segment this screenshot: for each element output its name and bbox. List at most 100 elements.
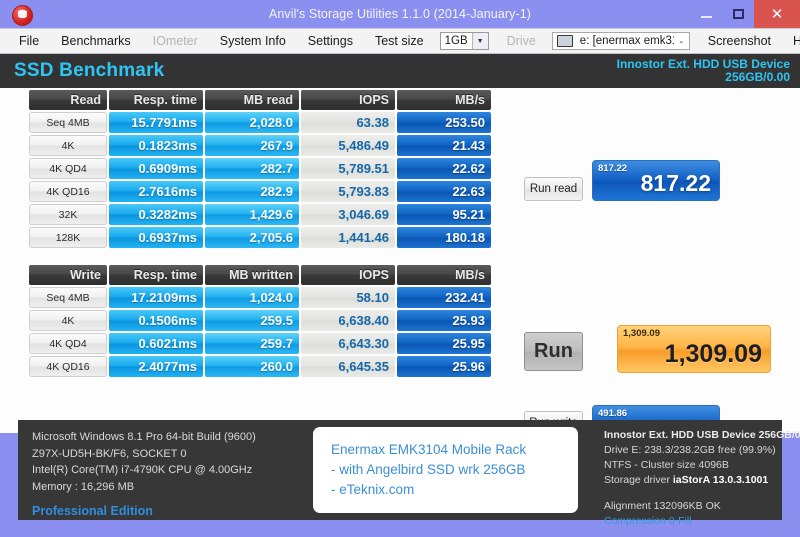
cell-mb: 282.7: [205, 158, 299, 179]
run-read-button[interactable]: Run read: [524, 177, 583, 201]
col-iops: IOPS: [301, 265, 395, 285]
table-row: 4K QD16 2.4077ms 260.0 6,645.35 25.96: [29, 356, 491, 377]
cell-mb: 282.9: [205, 181, 299, 202]
cell-mbs: 253.50: [397, 112, 491, 133]
row-label: 4K QD4: [29, 158, 107, 179]
cell-mbs: 180.18: [397, 227, 491, 248]
cell-iops: 6,638.40: [301, 310, 395, 331]
cell-mbs: 25.96: [397, 356, 491, 377]
drive-fs: NTFS - Cluster size 4096B: [604, 459, 729, 471]
cell-mb: 267.9: [205, 135, 299, 156]
cell-mbs: 22.62: [397, 158, 491, 179]
close-button[interactable]: ✕: [754, 0, 800, 28]
row-label: 4K: [29, 310, 107, 331]
cell-iops: 3,046.69: [301, 204, 395, 225]
row-label: 128K: [29, 227, 107, 248]
cell-iops: 5,793.83: [301, 181, 395, 202]
write-score-small: 491.86: [598, 408, 628, 419]
table-row: 4K 0.1506ms 259.5 6,638.40 25.93: [29, 310, 491, 331]
drive-value: e: [enermax emk3104: [579, 35, 674, 47]
storage-driver-label: Storage driver: [604, 474, 670, 486]
drive-free: Drive E: 238.3/238.2GB free (99.9%): [604, 444, 776, 456]
col-resp-time: Resp. time: [109, 265, 203, 285]
drive-device: Innostor Ext. HDD USB Device 256GB/0: [604, 429, 800, 441]
cell-mb: 1,429.6: [205, 204, 299, 225]
menu-item-file[interactable]: File: [8, 28, 50, 54]
cell-resp: 15.7791ms: [109, 112, 203, 133]
cell-iops: 5,486.49: [301, 135, 395, 156]
cell-resp: 17.2109ms: [109, 287, 203, 308]
cell-iops: 58.10: [301, 287, 395, 308]
col-read: Read: [29, 90, 107, 110]
col-write: Write: [29, 265, 107, 285]
drive-dropdown[interactable]: e: [enermax emk3104 ⌄: [551, 32, 690, 50]
row-label: 4K QD4: [29, 333, 107, 354]
page-title: SSD Benchmark: [14, 60, 165, 81]
cell-mbs: 232.41: [397, 287, 491, 308]
cell-resp: 2.4077ms: [109, 356, 203, 377]
menu-item-benchmarks[interactable]: Benchmarks: [50, 28, 141, 54]
device-capacity: 256GB/0.00: [725, 70, 790, 84]
menu-item-test-size[interactable]: Test size: [364, 28, 435, 54]
storage-driver-value: iaStorA 13.0.3.1001: [672, 474, 769, 486]
cell-resp: 0.3282ms: [109, 204, 203, 225]
row-label: 4K: [29, 135, 107, 156]
table-row: 32K 0.3282ms 1,429.6 3,046.69 95.21: [29, 204, 491, 225]
cell-resp: 0.1506ms: [109, 310, 203, 331]
device-info: Innostor Ext. HDD USB Device 256GB/0.00: [617, 58, 790, 84]
cell-mb: 2,705.6: [205, 227, 299, 248]
window-title: Anvil's Storage Utilities 1.1.0 (2014-Ja…: [268, 7, 532, 21]
cell-iops: 6,645.35: [301, 356, 395, 377]
col-resp-time: Resp. time: [109, 90, 203, 110]
cell-mb: 260.0: [205, 356, 299, 377]
footer-panel: Microsoft Windows 8.1 Pro 64-bit Build (…: [18, 420, 800, 527]
test-size-dropdown[interactable]: 1GB ▼: [439, 32, 489, 50]
col-mb-written: MB written: [205, 265, 299, 285]
callout-line-1: Enermax EMK3104 Mobile Rack: [331, 442, 527, 457]
cell-resp: 0.6909ms: [109, 158, 203, 179]
col-mb-read: MB read: [205, 90, 299, 110]
row-label: Seq 4MB: [29, 287, 107, 308]
cell-mb: 259.5: [205, 310, 299, 331]
read-score-box: 817.22 817.22: [592, 160, 720, 201]
cell-iops: 5,789.51: [301, 158, 395, 179]
read-results-table: Read Resp. time MB read IOPS MB/s Seq 4M…: [27, 88, 493, 250]
cell-resp: 0.6937ms: [109, 227, 203, 248]
table-row: Seq 4MB 15.7791ms 2,028.0 63.38 253.50: [29, 112, 491, 133]
write-results-table: Write Resp. time MB written IOPS MB/s Se…: [27, 263, 493, 379]
menu-item-screenshot[interactable]: Screenshot: [697, 28, 782, 54]
title-bar: ⛃ Anvil's Storage Utilities 1.1.0 (2014-…: [0, 0, 800, 28]
table-row: 128K 0.6937ms 2,705.6 1,441.46 180.18: [29, 227, 491, 248]
total-score-box: 1,309.09 1,309.09: [617, 325, 771, 373]
table-row: Seq 4MB 17.2109ms 1,024.0 58.10 232.41: [29, 287, 491, 308]
cell-mbs: 25.95: [397, 333, 491, 354]
maximize-button[interactable]: [722, 0, 754, 28]
cell-iops: 6,643.30: [301, 333, 395, 354]
row-label: Seq 4MB: [29, 112, 107, 133]
cpu-info: Intel(R) Core(TM) i7-4790K CPU @ 4.00GHz: [32, 464, 253, 476]
table-header-row: Read Resp. time MB read IOPS MB/s: [29, 90, 491, 110]
menu-item-help[interactable]: Help: [782, 28, 800, 54]
cell-iops: 1,441.46: [301, 227, 395, 248]
cell-mbs: 21.43: [397, 135, 491, 156]
read-score-small: 817.22: [598, 163, 628, 174]
anvil-app-icon: ⛃: [12, 5, 33, 26]
cell-mbs: 95.21: [397, 204, 491, 225]
run-button[interactable]: Run: [524, 332, 583, 371]
cell-iops: 63.38: [301, 112, 395, 133]
drive-label: Drive: [506, 34, 536, 48]
minimize-icon: [700, 16, 712, 18]
col-iops: IOPS: [301, 90, 395, 110]
annotation-callout: Enermax EMK3104 Mobile Rack - with Angel…: [313, 427, 578, 513]
menu-item-system-info[interactable]: System Info: [209, 28, 297, 54]
cell-mb: 2,028.0: [205, 112, 299, 133]
menu-item-settings[interactable]: Settings: [297, 28, 364, 54]
read-score-value: 817.22: [640, 170, 711, 196]
minimize-button[interactable]: [690, 0, 722, 28]
chevron-down-icon: ⌄: [678, 38, 685, 45]
table-row: 4K 0.1823ms 267.9 5,486.49 21.43: [29, 135, 491, 156]
anvil-glyph: ⛃: [17, 9, 28, 21]
table-row: 4K QD16 2.7616ms 282.9 5,793.83 22.63: [29, 181, 491, 202]
test-size-value: 1GB: [444, 35, 468, 47]
